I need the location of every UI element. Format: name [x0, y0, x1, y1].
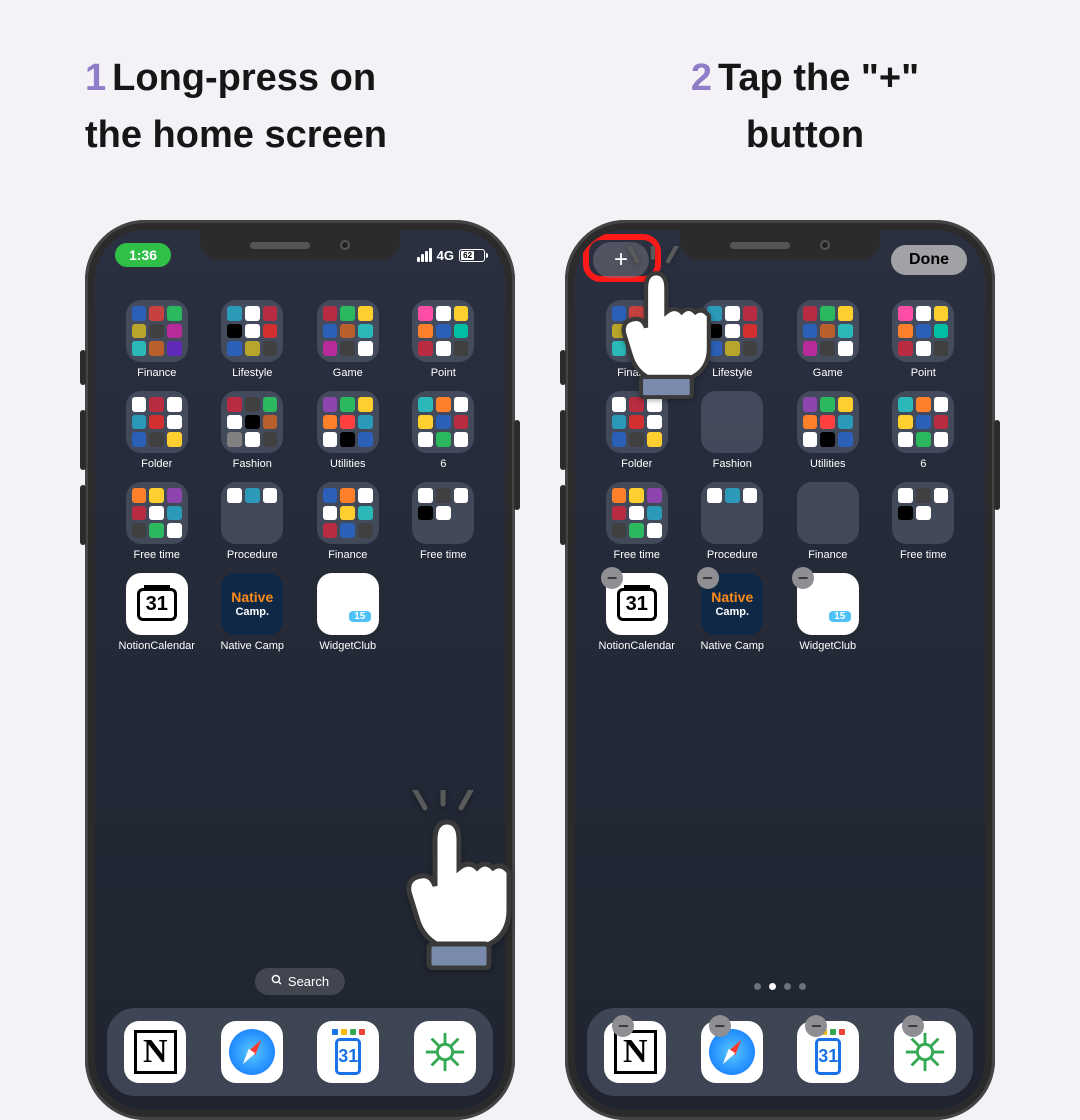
app-widgetclub[interactable]: 15WidgetClub — [304, 573, 392, 652]
folder-label: Folder — [141, 458, 172, 470]
folder-game[interactable]: Game — [304, 300, 392, 379]
folder-6[interactable]: 6 — [880, 391, 968, 470]
remove-badge[interactable]: − — [697, 567, 719, 589]
home-screen[interactable]: 1:36 4G 62 Finance Lifestyle Game Point Fold… — [95, 230, 505, 1110]
folder-label: Finance — [137, 367, 176, 379]
folder-finance[interactable]: Finance — [304, 482, 392, 561]
folder-lifestyle[interactable]: Lifestyle — [209, 300, 297, 379]
dock-app-calendar[interactable]: 31 — [317, 1021, 379, 1083]
folder-label: Lifestyle — [232, 367, 272, 379]
folder-utilities[interactable]: Utilities — [304, 391, 392, 470]
dock-app-notion[interactable]: −N — [604, 1021, 666, 1083]
remove-badge[interactable]: − — [792, 567, 814, 589]
folder-free-time[interactable]: Free time — [400, 482, 488, 561]
folder-label: Free time — [134, 549, 180, 561]
remove-badge[interactable]: − — [902, 1015, 924, 1037]
folder-free-time[interactable]: Free time — [593, 482, 681, 561]
folder-utilities[interactable]: Utilities — [784, 391, 872, 470]
app-notioncalendar[interactable]: 31NotionCalendar — [113, 573, 201, 652]
notch — [200, 230, 400, 260]
dock-app-claude[interactable] — [414, 1021, 476, 1083]
app-widgetclub[interactable]: −15WidgetClub — [784, 573, 872, 652]
folder-label: Game — [333, 367, 363, 379]
step1-number: 1 — [85, 57, 106, 99]
folder-game[interactable]: Game — [784, 300, 872, 379]
folder-procedure[interactable]: Procedure — [689, 482, 777, 561]
folder-label: Fashion — [233, 458, 272, 470]
folder-label: Utilities — [330, 458, 365, 470]
folder-folder[interactable]: Folder — [113, 391, 201, 470]
folder-label: Finance — [328, 549, 367, 561]
folder-point[interactable]: Point — [880, 300, 968, 379]
folder-label: Finance — [808, 549, 847, 561]
phone-step2: + Done FinanceLifestyleGamePointFolderFa… — [565, 220, 995, 1120]
folder-label: Free time — [614, 549, 660, 561]
tap-hand-icon — [595, 246, 731, 403]
time-pill[interactable]: 1:36 — [115, 243, 171, 267]
step2-instruction: 2Tap the "+" button — [615, 50, 995, 164]
folder-label: Point — [431, 367, 456, 379]
folder-free-time[interactable]: Free time — [880, 482, 968, 561]
folder-point[interactable]: Point — [400, 300, 488, 379]
page-dots[interactable] — [754, 983, 806, 990]
dock-app-safari[interactable] — [221, 1021, 283, 1083]
step1-instruction: 1Long-press on the home screen — [85, 50, 525, 164]
tap-hand-icon — [375, 790, 535, 975]
folder-finance[interactable]: Finance — [784, 482, 872, 561]
folder-label: Point — [911, 367, 936, 379]
folder-label: Fashion — [713, 458, 752, 470]
folder-finance[interactable]: Finance — [113, 300, 201, 379]
calendar-icon: 31 — [126, 573, 188, 635]
folder-fashion[interactable]: Fashion — [209, 391, 297, 470]
folder-label: Folder — [621, 458, 652, 470]
claude-icon — [414, 1021, 476, 1083]
app-nativecamp[interactable]: NativeCamp.Native Camp — [209, 573, 297, 652]
search-icon — [271, 974, 283, 989]
dock-app-notion[interactable]: N — [124, 1021, 186, 1083]
network-label: 4G — [437, 248, 454, 263]
folder-free-time[interactable]: Free time — [113, 482, 201, 561]
app-nativecamp[interactable]: −NativeCamp.Native Camp — [689, 573, 777, 652]
folder-label: Utilities — [810, 458, 845, 470]
google-calendar-icon: 31 — [317, 1021, 379, 1083]
folder-label: Game — [813, 367, 843, 379]
signal-icon — [417, 248, 432, 262]
step2-number: 2 — [691, 57, 712, 99]
folder-label: Procedure — [227, 549, 278, 561]
dock-app-calendar[interactable]: −31 — [797, 1021, 859, 1083]
phone-step1: 1:36 4G 62 Finance Lifestyle Game Point Fold… — [85, 220, 515, 1120]
dock-app-claude[interactable]: − — [894, 1021, 956, 1083]
dock-app-safari[interactable]: − — [701, 1021, 763, 1083]
remove-badge[interactable]: − — [601, 567, 623, 589]
search-button[interactable]: Search — [255, 968, 345, 995]
battery-icon: 62 — [459, 249, 485, 262]
folder-label: 6 — [920, 458, 926, 470]
remove-badge[interactable]: − — [709, 1015, 731, 1037]
nativecamp-icon: NativeCamp. — [221, 573, 283, 635]
app-notioncalendar[interactable]: −31NotionCalendar — [593, 573, 681, 652]
folder-procedure[interactable]: Procedure — [209, 482, 297, 561]
dock: −N−−31− — [587, 1008, 973, 1096]
widgetclub-icon: 15 — [317, 573, 379, 635]
folder-6[interactable]: 6 — [400, 391, 488, 470]
notion-icon: N — [124, 1021, 186, 1083]
folder-label: Free time — [420, 549, 466, 561]
folder-label: Free time — [900, 549, 946, 561]
folder-label: 6 — [440, 458, 446, 470]
done-button[interactable]: Done — [891, 245, 967, 275]
folder-label: Procedure — [707, 549, 758, 561]
dock: N 31 — [107, 1008, 493, 1096]
safari-icon — [221, 1021, 283, 1083]
